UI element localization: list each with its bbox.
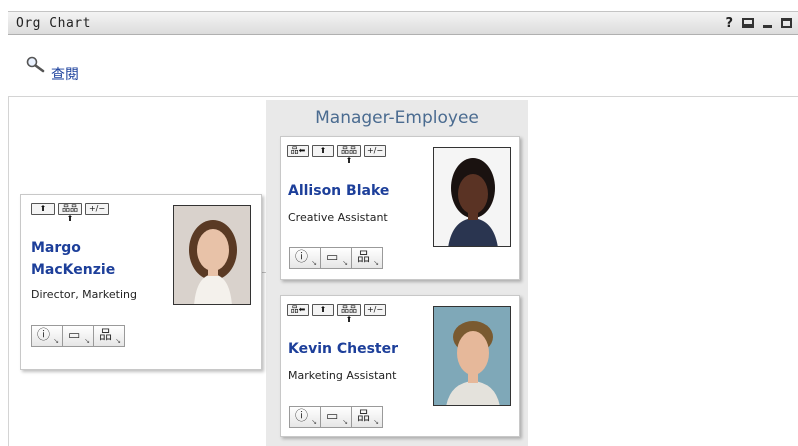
person-title: Creative Assistant — [288, 211, 388, 224]
up-button[interactable]: ⬆ — [31, 203, 55, 215]
minimize-icon[interactable] — [763, 18, 772, 28]
dropdown-icon: ↘ — [342, 418, 348, 426]
maximize-icon[interactable] — [781, 18, 792, 28]
help-icon[interactable]: ? — [725, 16, 733, 31]
expand-collapse-button[interactable]: +/− — [364, 304, 386, 316]
dropdown-icon: ↘ — [373, 259, 379, 267]
expand-collapse-button[interactable]: +/− — [364, 145, 386, 157]
email-icon: ▭ — [326, 250, 339, 265]
print-icon[interactable] — [742, 18, 754, 28]
lookup-link[interactable]: 查閱 — [26, 54, 79, 83]
tree-icon: 品 — [357, 409, 371, 424]
person-title: Marketing Assistant — [288, 369, 397, 382]
person-photo — [173, 205, 251, 305]
info-button[interactable]: ⓘ ↘ — [289, 406, 321, 428]
up-button[interactable]: ⬆ — [312, 145, 334, 157]
org-tree-button[interactable]: 品 ↘ — [351, 406, 383, 428]
dropdown-icon: ↘ — [115, 337, 121, 345]
card-actions: ⓘ ↘ ▭ ↘ 品 ↘ — [289, 247, 383, 269]
person-name[interactable]: Allison Blake — [288, 180, 389, 202]
group-title: Manager-Employee — [315, 108, 479, 128]
person-photo — [433, 306, 511, 406]
divider — [8, 96, 798, 97]
person-title: Director, Marketing — [31, 288, 138, 301]
dropdown-icon: ↘ — [53, 337, 59, 345]
info-button[interactable]: ⓘ ↘ — [289, 247, 321, 269]
info-icon: ⓘ — [295, 250, 309, 265]
left-border — [8, 96, 9, 446]
lookup-label: 查閱 — [51, 67, 79, 83]
card-actions: ⓘ ↘ ▭ ↘ 品 ↘ — [31, 325, 125, 347]
dropdown-icon: ↘ — [311, 418, 317, 426]
org-tree-button[interactable]: 品 ↘ — [93, 325, 125, 347]
email-button[interactable]: ▭ ↘ — [320, 406, 352, 428]
card-actions: ⓘ ↘ ▭ ↘ 品 ↘ — [289, 406, 383, 428]
person-name[interactable]: Kevin Chester — [288, 338, 398, 360]
employee-card[interactable]: 品⬅ ⬆ 品品⬆ +/− Allison Blake Creative Assi… — [280, 136, 520, 280]
person-name[interactable]: Margo MacKenzie — [31, 237, 131, 281]
up-button[interactable]: ⬆ — [312, 304, 334, 316]
subordinate-back-button[interactable]: 品⬅ — [287, 145, 309, 157]
dropdown-icon: ↘ — [84, 337, 90, 345]
info-icon: ⓘ — [295, 409, 309, 424]
card-controls: 品⬅ ⬆ 品品⬆ +/− — [287, 304, 386, 324]
tree-icon: 品 — [357, 250, 371, 265]
show-peers-button[interactable]: 品品⬆ — [58, 203, 82, 223]
titlebar-icons: ? — [725, 16, 792, 31]
employee-card[interactable]: 品⬅ ⬆ 品品⬆ +/− Kevin Chester Marketing Ass… — [280, 295, 520, 437]
tree-icon: 品 — [99, 328, 113, 343]
email-button[interactable]: ▭ ↘ — [320, 247, 352, 269]
dropdown-icon: ↘ — [373, 418, 379, 426]
magnifier-icon — [26, 56, 45, 73]
email-button[interactable]: ▭ ↘ — [62, 325, 94, 347]
info-icon: ⓘ — [37, 328, 51, 343]
dropdown-icon: ↘ — [311, 259, 317, 267]
expand-collapse-button[interactable]: +/− — [85, 203, 109, 215]
subordinate-back-button[interactable]: 品⬅ — [287, 304, 309, 316]
card-controls: ⬆ 品品⬆ +/− — [31, 203, 109, 223]
show-peers-button[interactable]: 品品⬆ — [337, 304, 361, 324]
dropdown-icon: ↘ — [342, 259, 348, 267]
portlet-titlebar: Org Chart ? — [8, 11, 798, 35]
window-title: Org Chart — [16, 15, 91, 31]
email-icon: ▭ — [326, 409, 339, 424]
email-icon: ▭ — [68, 328, 81, 343]
person-photo — [433, 147, 511, 247]
org-tree-button[interactable]: 品 ↘ — [351, 247, 383, 269]
card-controls: 品⬅ ⬆ 品品⬆ +/− — [287, 145, 386, 165]
show-peers-button[interactable]: 品品⬆ — [337, 145, 361, 165]
manager-card[interactable]: ⬆ 品品⬆ +/− Margo MacKenzie Director, Mark… — [20, 194, 262, 370]
info-button[interactable]: ⓘ ↘ — [31, 325, 63, 347]
